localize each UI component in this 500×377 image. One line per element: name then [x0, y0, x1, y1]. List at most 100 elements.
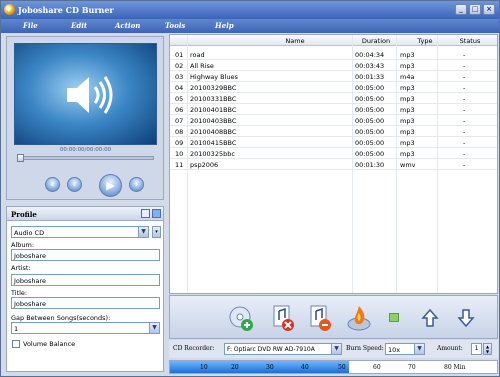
row-name: 20100325bbc — [190, 150, 235, 158]
album-field[interactable]: Joboshare — [11, 249, 160, 261]
row-type: mp3 — [400, 84, 415, 92]
prev-button[interactable]: ‹ — [67, 177, 82, 192]
title-field[interactable]: Joboshare — [11, 297, 160, 309]
amount-stepper[interactable]: ▲ ▼ — [483, 343, 492, 355]
gap-select[interactable]: 1 ▼ — [11, 322, 160, 334]
table-row[interactable]: 09 20100415BBC 00:05:00 mp3 - — [170, 137, 497, 148]
row-status: - — [463, 95, 466, 103]
minimize-button[interactable]: _ — [455, 4, 467, 15]
table-row[interactable]: 03 Highway Blues 00:01:33 m4a - — [170, 71, 497, 82]
capacity-tick-label: 20 — [231, 364, 239, 371]
row-number: 09 — [175, 139, 184, 147]
table-row[interactable]: 07 20100403BBC 00:05:00 mp3 - — [170, 115, 497, 126]
move-down-icon[interactable] — [456, 304, 476, 332]
profile-type-value: Audio CD — [14, 229, 45, 237]
row-duration: 00:05:00 — [355, 106, 385, 114]
row-status: - — [463, 128, 466, 136]
preview-screen — [14, 43, 157, 145]
row-number: 08 — [175, 128, 184, 136]
artist-label: Artist: — [11, 264, 31, 272]
media-player: 00:00:00/00:00:00 « ‹ ▶ › » — [6, 36, 164, 200]
column-header-name[interactable]: Name — [230, 37, 360, 45]
move-up-icon[interactable] — [420, 304, 440, 332]
info-icon[interactable] — [389, 313, 399, 322]
row-duration: 00:05:00 — [355, 117, 385, 125]
burn-disc-icon[interactable] — [346, 304, 372, 332]
clear-list-icon[interactable] — [307, 304, 333, 332]
seek-thumb[interactable] — [17, 154, 24, 162]
row-name: 20100403BBC — [190, 117, 237, 125]
capacity-bar: 10 20 30 40 50 60 70 80 Min — [169, 360, 498, 374]
table-row[interactable]: 04 20100329BBC 00:05:00 mp3 - — [170, 82, 497, 93]
menu-tools[interactable]: Tools — [165, 21, 185, 30]
close-button[interactable]: × — [483, 4, 495, 15]
speaker-icon — [67, 76, 113, 114]
row-duration: 00:05:00 — [355, 139, 385, 147]
gap-label: Gap Between Songs(seconds): — [11, 314, 111, 322]
row-duration: 00:05:00 — [355, 128, 385, 136]
recorder-label: CD Recorder: — [173, 345, 215, 352]
row-name: 20100329BBC — [190, 84, 237, 92]
row-status: - — [463, 62, 466, 70]
seek-bar[interactable] — [17, 154, 154, 162]
table-row[interactable]: 08 20100408BBC 00:05:00 mp3 - — [170, 126, 497, 137]
capacity-tick-label: 70 — [408, 364, 416, 371]
action-toolbar — [169, 295, 498, 339]
table-row[interactable]: 05 20100331BBC 00:05:00 mp3 - — [170, 93, 497, 104]
column-header-status[interactable]: Status — [445, 37, 495, 45]
menu-file[interactable]: File — [23, 21, 38, 30]
burn-speed-select[interactable]: 10x ▼ — [385, 343, 425, 355]
table-row[interactable]: 06 20100401BBC 00:05:00 mp3 - — [170, 104, 497, 115]
recorder-select[interactable]: F: Optiarc DVD RW AD-7910A ▼ — [224, 343, 342, 355]
chevron-down-icon: ▼ — [149, 323, 159, 333]
rewind-button[interactable]: « — [45, 177, 60, 192]
row-duration: 00:03:43 — [355, 62, 385, 70]
profile-options-button[interactable]: ▾ — [152, 226, 161, 238]
row-type: mp3 — [400, 117, 415, 125]
play-button[interactable]: ▶ — [99, 174, 122, 197]
row-name: 20100408BBC — [190, 128, 237, 136]
row-number: 06 — [175, 106, 184, 114]
amount-input[interactable]: 1 — [471, 343, 482, 355]
menu-action[interactable]: Action — [115, 21, 140, 30]
maximize-button[interactable]: □ — [469, 4, 481, 15]
artist-field[interactable]: Joboshare — [11, 274, 160, 286]
profile-settings-icon[interactable] — [141, 209, 150, 218]
row-duration: 00:05:00 — [355, 84, 385, 92]
amount-label: Amount: — [437, 345, 463, 352]
window-title: Joboshare CD Burner — [18, 5, 114, 15]
remove-file-icon[interactable] — [270, 304, 296, 332]
table-row[interactable]: 01 road 00:04:34 mp3 - — [170, 49, 497, 60]
album-label: Album: — [11, 241, 35, 249]
row-name: 20100415BBC — [190, 139, 237, 147]
next-button[interactable]: › — [129, 177, 144, 192]
menu-edit[interactable]: Edit — [71, 21, 87, 30]
column-header-type[interactable]: Type — [400, 37, 450, 45]
gap-value: 1 — [14, 325, 19, 333]
row-duration: 00:05:00 — [355, 95, 385, 103]
capacity-tick-label: 50 — [338, 364, 346, 371]
file-list[interactable]: Name Duration Type Status 01 road 00:04:34… — [169, 34, 498, 294]
add-file-icon[interactable] — [228, 304, 254, 332]
row-number: 10 — [175, 150, 184, 158]
profile-panel: Profile Audio CD ▼ ▾ Album: Joboshare Ar… — [6, 206, 164, 372]
row-type: mp3 — [400, 62, 415, 70]
table-row[interactable]: 02 All Rise 00:03:43 mp3 - — [170, 60, 497, 71]
row-number: 04 — [175, 84, 184, 92]
column-header-duration[interactable]: Duration — [351, 37, 401, 45]
table-header: Name Duration Type Status — [170, 35, 497, 46]
profile-save-icon[interactable] — [152, 209, 161, 218]
table-row[interactable]: 10 20100325bbc 00:05:00 mp3 - — [170, 148, 497, 159]
capacity-tick-label: 30 — [266, 364, 274, 371]
next-icon: › — [134, 180, 139, 189]
menu-bar: File Edit Action Tools Help — [1, 19, 499, 33]
row-name: 20100331BBC — [190, 95, 237, 103]
row-name: Highway Blues — [190, 73, 238, 81]
menu-help[interactable]: Help — [215, 21, 234, 30]
table-row[interactable]: 11 psp2006 00:01:30 wmv - — [170, 159, 497, 170]
burn-settings-bar: CD Recorder: F: Optiarc DVD RW AD-7910A … — [169, 340, 498, 358]
profile-type-select[interactable]: Audio CD ▼ — [11, 226, 149, 238]
title-label: Title: — [11, 289, 28, 297]
chevron-down-icon: ▼ — [138, 227, 148, 237]
volume-balance-checkbox[interactable] — [12, 340, 20, 348]
